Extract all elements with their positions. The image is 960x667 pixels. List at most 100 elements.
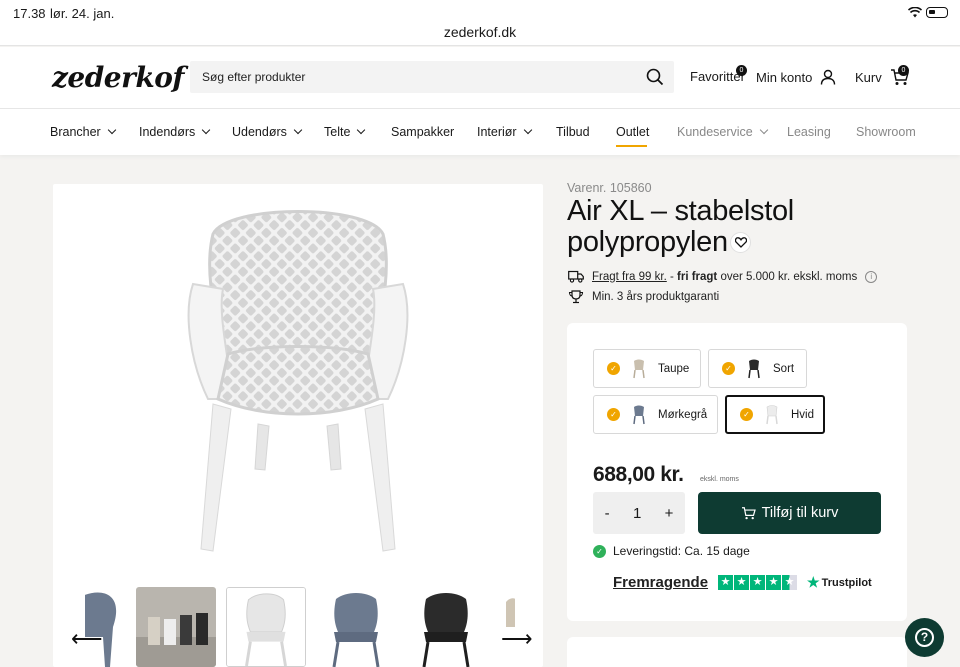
favorites-count-badge: 0: [736, 65, 747, 76]
nav-label: Sampakker: [391, 125, 455, 139]
shipping-threshold: over 5.000 kr. ekskl. moms: [717, 270, 858, 283]
cart-count-badge: 0: [898, 65, 909, 76]
status-icons: [908, 7, 948, 18]
star-icon: ★: [718, 575, 734, 590]
main-nav: Brancher Indendørs Udendørs Telte Sampak…: [0, 109, 960, 155]
nav-label: Interiør: [477, 125, 517, 139]
gallery-prev-arrow-icon[interactable]: ⟵: [71, 626, 103, 652]
nav-item-brancher[interactable]: Brancher: [50, 125, 116, 139]
nav-item-interior[interactable]: Interiør: [477, 125, 532, 139]
address-bar-url[interactable]: zederkof.dk: [0, 24, 960, 40]
chevron-down-icon: [202, 125, 211, 135]
variant-option-hvid[interactable]: ✓ Hvid: [725, 395, 825, 434]
star-icon: ★: [734, 575, 750, 590]
add-to-cart-label: Tilføj til kurv: [761, 505, 839, 521]
trustpilot-rating-label: Fremragende: [613, 574, 709, 591]
trustpilot-star-icon: ★: [807, 574, 820, 590]
variant-label: Taupe: [658, 362, 690, 375]
favorites-link[interactable]: Favoritter 0: [690, 65, 747, 84]
trustpilot-logo: ★ Trustpilot: [807, 574, 872, 591]
site-header: zederkof Favoritter 0 Min konto Kurv 0: [0, 47, 960, 109]
add-to-favorites-button[interactable]: [730, 232, 751, 253]
variant-option-morkegra[interactable]: ✓ Mørkegrå: [593, 395, 718, 434]
shipping-link[interactable]: Fragt fra 99 kr.: [592, 271, 667, 283]
trustpilot-stars: ★ ★ ★ ★ ★: [718, 575, 798, 590]
nav-item-telte[interactable]: Telte: [324, 125, 366, 139]
question-icon: ?: [915, 628, 934, 647]
account-label: Min konto: [756, 69, 813, 85]
search-input[interactable]: [190, 61, 620, 93]
thumbnail-active[interactable]: [226, 587, 306, 667]
cart-label: Kurv: [855, 70, 882, 85]
thumbnail[interactable]: [406, 587, 486, 667]
check-circle-icon: ✓: [593, 544, 606, 558]
status-time: 17.38: [13, 6, 46, 21]
status-bar: 17.38 lør. 24. jan. zederkof.dk: [0, 0, 960, 46]
nav-item-udendors[interactable]: Udendørs: [232, 125, 303, 139]
variant-option-sort[interactable]: ✓ Sort: [708, 349, 807, 388]
chair-swatch-icon: [633, 359, 645, 378]
quantity-stepper: - 1 +: [593, 492, 685, 534]
shipping-info: Fragt fra 99 kr. - fri fragt over 5.000 …: [568, 270, 878, 283]
star-icon: ★: [766, 575, 782, 590]
nav-item-sampakker[interactable]: Sampakker: [391, 125, 454, 139]
chair-swatch-icon: [766, 404, 778, 424]
thumbnail[interactable]: [136, 587, 216, 667]
nav-label: Outlet: [616, 125, 650, 139]
half-star-icon: ★: [782, 575, 798, 590]
chair-swatch-icon: [748, 359, 760, 378]
cart-link[interactable]: Kurv 0: [855, 65, 909, 86]
thumbnail[interactable]: [316, 587, 396, 667]
check-icon: ✓: [607, 362, 620, 375]
product-sku: Varenr. 105860: [567, 181, 652, 195]
nav-item-indendors[interactable]: Indendørs: [139, 125, 211, 139]
delivery-text: Leveringstid: Ca. 15 dage: [613, 544, 750, 558]
chair-swatch-icon: [633, 405, 645, 424]
chevron-down-icon: [523, 125, 532, 135]
nav-label: Showroom: [856, 125, 916, 139]
trustpilot-widget[interactable]: Fremragende ★ ★ ★ ★ ★ ★ Trustpilot: [613, 574, 872, 591]
product-main-image[interactable]: [173, 194, 423, 559]
info-icon[interactable]: i: [865, 270, 878, 283]
chevron-down-icon: [293, 125, 303, 135]
quantity-decrease-button[interactable]: -: [605, 505, 610, 522]
heart-icon: [734, 237, 747, 248]
help-chat-button[interactable]: ?: [905, 618, 944, 657]
nav-item-kundeservice[interactable]: Kundeservice: [677, 125, 768, 139]
free-shipping-label: fri fragt: [677, 270, 718, 283]
nav-label: Brancher: [50, 125, 101, 139]
status-date: lør. 24. jan.: [50, 6, 115, 21]
trophy-icon: [568, 290, 584, 304]
quantity-value[interactable]: 1: [633, 505, 641, 522]
chevron-down-icon: [357, 125, 366, 135]
nav-item-leasing[interactable]: Leasing: [787, 125, 831, 139]
check-icon: ✓: [722, 362, 735, 375]
price-vat-note: ekskl. moms: [700, 476, 739, 483]
nav-item-tilbud[interactable]: Tilbud: [556, 125, 590, 139]
check-icon: ✓: [607, 408, 620, 421]
search-icon[interactable]: [646, 68, 664, 86]
trustpilot-brand: Trustpilot: [821, 576, 872, 589]
delivery-info: ✓ Leveringstid: Ca. 15 dage: [593, 544, 750, 558]
variant-option-taupe[interactable]: ✓ Taupe: [593, 349, 701, 388]
add-to-cart-button[interactable]: Tilføj til kurv: [698, 492, 881, 534]
gallery-next-arrow-icon[interactable]: ⟶: [501, 626, 533, 652]
account-link[interactable]: Min konto: [756, 69, 836, 85]
nav-item-outlet[interactable]: Outlet: [616, 125, 649, 139]
thumbnail-strip: [85, 587, 515, 667]
chevron-down-icon: [107, 125, 116, 135]
variant-label: Hvid: [791, 408, 815, 421]
check-icon: ✓: [740, 408, 753, 421]
nav-item-showroom[interactable]: Showroom: [856, 125, 916, 139]
guarantee-info: Min. 3 års produktgaranti: [568, 290, 719, 304]
site-logo[interactable]: zederkof: [52, 61, 184, 94]
user-icon: [821, 69, 836, 85]
nav-label: Indendørs: [139, 125, 196, 139]
product-gallery: ⟵ ⟶: [53, 184, 543, 667]
active-nav-underline: [616, 145, 647, 147]
cart-icon: [741, 506, 756, 519]
guarantee-text: Min. 3 års produktgaranti: [592, 291, 720, 303]
nav-label: Udendørs: [232, 125, 287, 139]
quantity-increase-button[interactable]: +: [665, 505, 674, 522]
secondary-panel: [567, 637, 907, 667]
